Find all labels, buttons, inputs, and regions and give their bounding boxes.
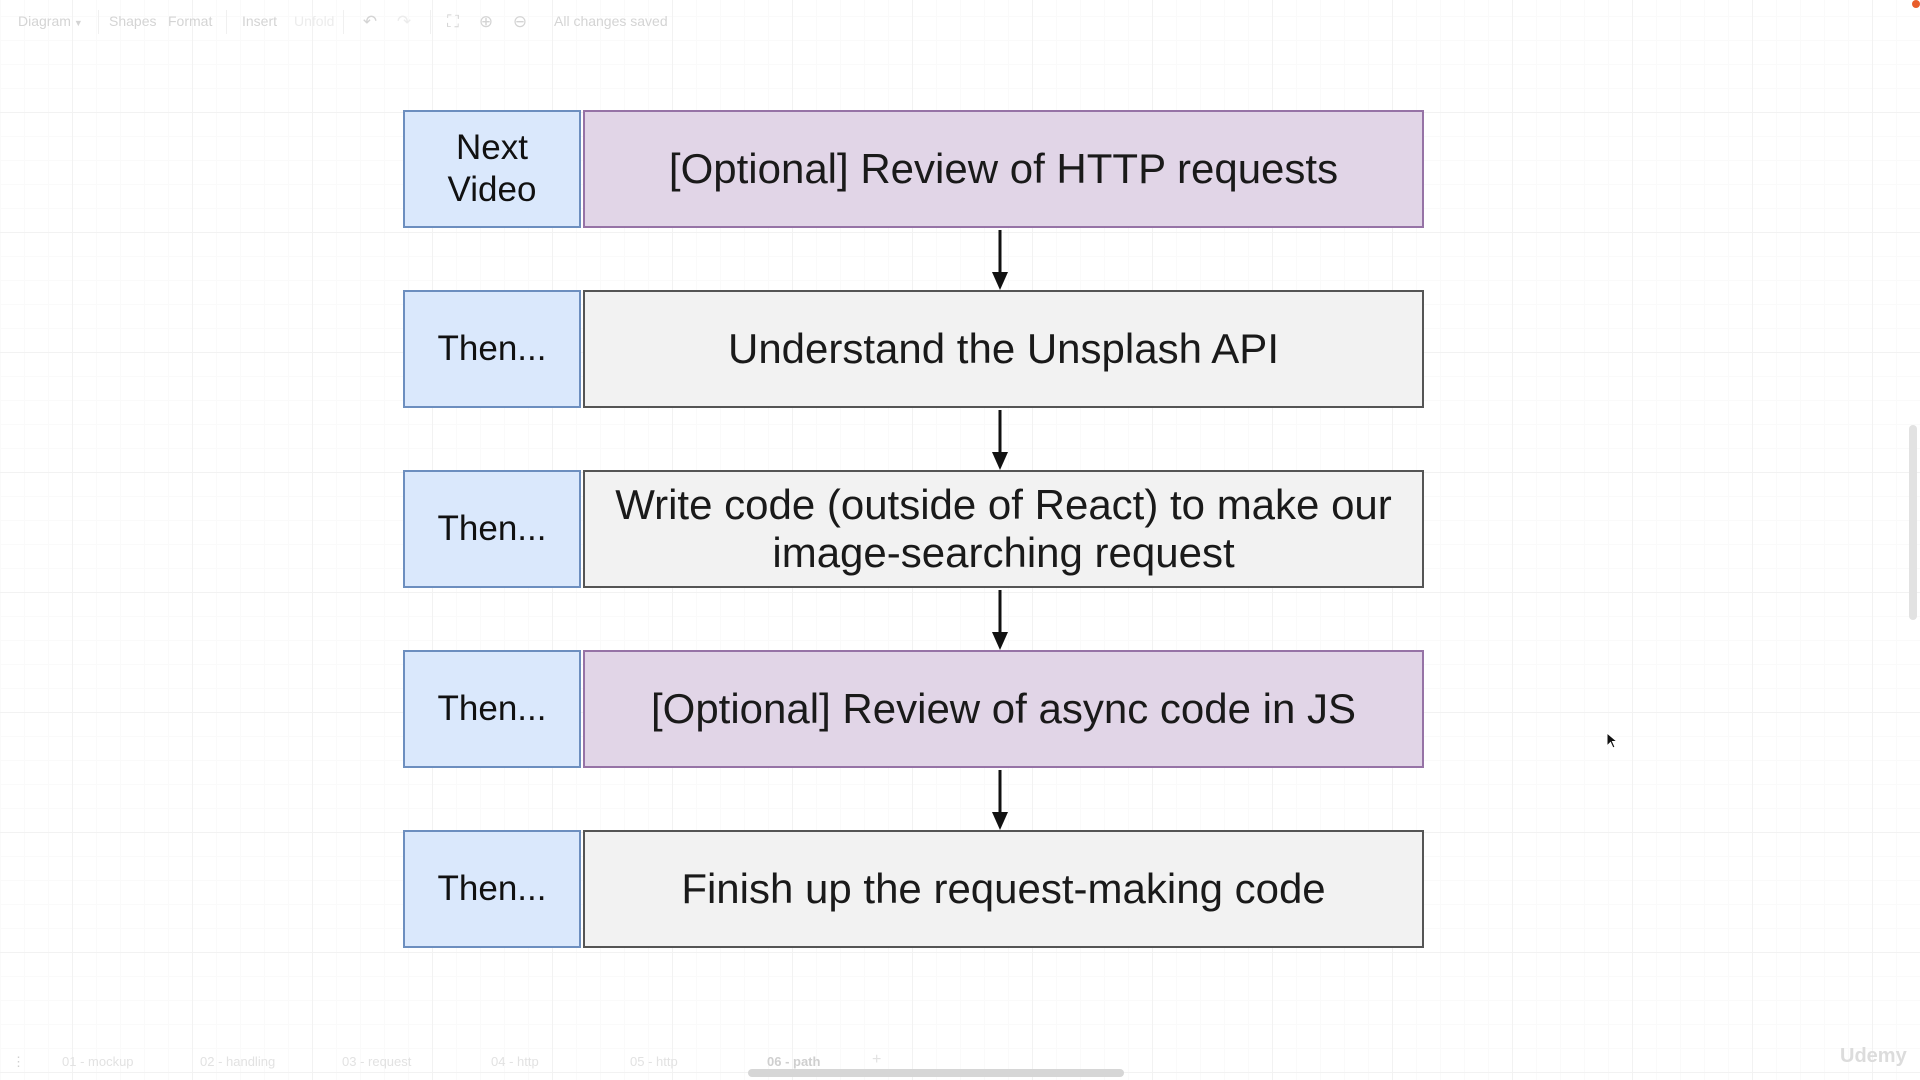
page-tab[interactable]: 02 - handling: [200, 1054, 275, 1069]
format-button[interactable]: Format: [168, 13, 212, 29]
unfold-button[interactable]: Unfold: [294, 13, 334, 29]
pages-menu-icon[interactable]: ⋮: [12, 1054, 25, 1070]
step-label[interactable]: Then...: [403, 650, 581, 768]
arrow-connector[interactable]: [992, 410, 1008, 472]
step-content[interactable]: [Optional] Review of async code in JS: [583, 650, 1424, 768]
flow-step-1[interactable]: Next Video [Optional] Review of HTTP req…: [403, 110, 1424, 228]
udemy-watermark: Udemy: [1840, 1045, 1907, 1067]
chevron-down-icon: ▼: [73, 18, 83, 28]
toolbar-divider: [98, 10, 99, 34]
step-content[interactable]: [Optional] Review of HTTP requests: [583, 110, 1424, 228]
page-tab[interactable]: 05 - http: [630, 1054, 678, 1069]
vertical-scrollbar[interactable]: [1909, 425, 1917, 620]
diagram-menu-label: Diagram: [18, 13, 71, 29]
undo-icon[interactable]: ↶: [360, 12, 380, 32]
step-content[interactable]: Understand the Unsplash API: [583, 290, 1424, 408]
toolbar-divider: [226, 10, 227, 34]
mouse-cursor-icon: [1606, 732, 1618, 749]
shapes-button[interactable]: Shapes: [109, 13, 156, 29]
flow-step-2[interactable]: Then... Understand the Unsplash API: [403, 290, 1424, 408]
page-tab[interactable]: 04 - http: [491, 1054, 539, 1069]
toolbar: Diagram ▼ Shapes Format Insert Unfold ↶ ↷…: [0, 0, 1920, 44]
flow-step-3[interactable]: Then... Write code (outside of React) to…: [403, 470, 1424, 588]
step-label[interactable]: Then...: [403, 470, 581, 588]
insert-button[interactable]: Insert: [242, 13, 277, 29]
zoom-out-icon[interactable]: ⊖: [510, 12, 530, 32]
toolbar-divider: [343, 10, 344, 34]
flow-step-5[interactable]: Then... Finish up the request-making cod…: [403, 830, 1424, 948]
add-page-button[interactable]: +: [872, 1051, 881, 1069]
save-status: All changes saved: [554, 13, 668, 29]
page-tab[interactable]: 03 - request: [342, 1054, 411, 1069]
zoom-in-icon[interactable]: ⊕: [476, 12, 496, 32]
arrow-connector[interactable]: [992, 590, 1008, 652]
redo-icon[interactable]: ↷: [394, 12, 414, 32]
step-label[interactable]: Then...: [403, 830, 581, 948]
arrow-connector[interactable]: [992, 770, 1008, 832]
step-content[interactable]: Finish up the request-making code: [583, 830, 1424, 948]
toolbar-divider: [430, 10, 431, 34]
step-content[interactable]: Write code (outside of React) to make ou…: [583, 470, 1424, 588]
page-tab[interactable]: 01 - mockup: [62, 1054, 134, 1069]
step-label[interactable]: Then...: [403, 290, 581, 408]
flow-step-4[interactable]: Then... [Optional] Review of async code …: [403, 650, 1424, 768]
diagram-menu[interactable]: Diagram ▼: [18, 13, 83, 29]
page-tabs: ⋮ 01 - mockup 02 - handling 03 - request…: [0, 1050, 1920, 1080]
notification-dot: [1912, 0, 1920, 8]
step-label[interactable]: Next Video: [403, 110, 581, 228]
fullscreen-icon[interactable]: ⛶: [443, 12, 463, 32]
arrow-connector[interactable]: [992, 230, 1008, 292]
page-tab-active[interactable]: 06 - path: [767, 1054, 820, 1069]
